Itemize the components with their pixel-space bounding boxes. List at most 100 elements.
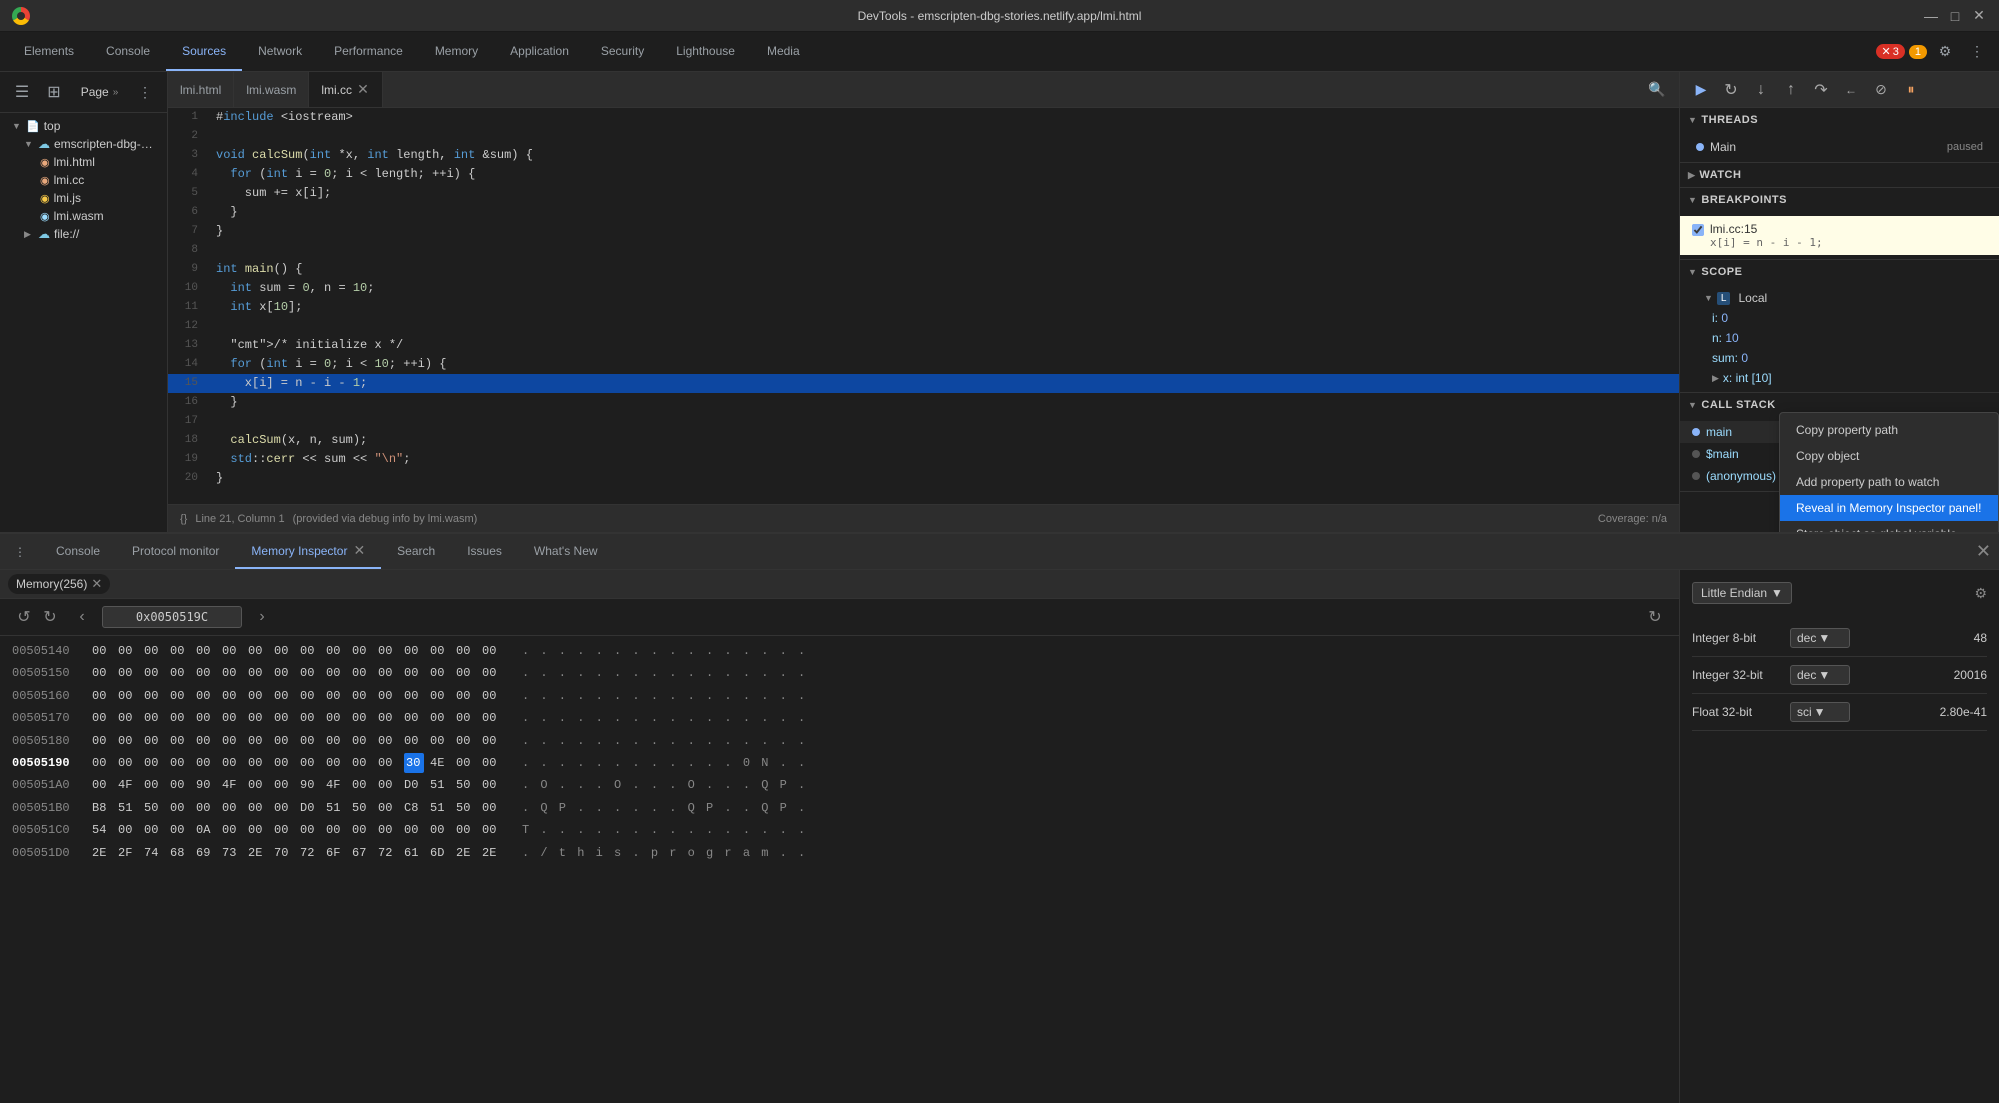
code-line-20[interactable]: 20}: [168, 469, 1679, 488]
code-line-16[interactable]: 16 }: [168, 393, 1679, 412]
hex-byte[interactable]: 00: [274, 775, 294, 795]
hex-byte[interactable]: 00: [430, 820, 450, 840]
hex-byte[interactable]: 61: [404, 843, 424, 863]
code-line-11[interactable]: 11 int x[10];: [168, 298, 1679, 317]
next-address-button[interactable]: ›: [250, 605, 274, 629]
hex-byte[interactable]: 00: [274, 708, 294, 728]
memory-settings-button[interactable]: ⚙: [1974, 585, 1987, 602]
code-line-14[interactable]: 14 for (int i = 0; i < 10; ++i) {: [168, 355, 1679, 374]
bottom-tab-more[interactable]: ⋮: [6, 538, 34, 566]
hex-byte[interactable]: 00: [404, 708, 424, 728]
hex-byte[interactable]: 00: [274, 731, 294, 751]
hex-byte[interactable]: 00: [248, 798, 268, 818]
code-line-7[interactable]: 7}: [168, 222, 1679, 241]
code-line-17[interactable]: 17: [168, 412, 1679, 431]
hex-byte[interactable]: 00: [378, 708, 398, 728]
bottom-tab-memory-close[interactable]: ✕: [353, 542, 365, 559]
hex-byte[interactable]: 00: [274, 820, 294, 840]
thread-main[interactable]: Main paused: [1680, 136, 1999, 158]
hex-byte[interactable]: 00: [248, 753, 268, 773]
hex-byte[interactable]: 00: [170, 708, 190, 728]
step-into-button[interactable]: ↓: [1748, 77, 1774, 103]
hex-byte[interactable]: 00: [352, 731, 372, 751]
scope-header[interactable]: ▼ Scope: [1680, 260, 1999, 284]
window-controls[interactable]: — □ ✕: [1923, 8, 1987, 24]
ctx-store-global[interactable]: Store object as global variable: [1780, 521, 1998, 532]
hex-byte[interactable]: 30: [404, 753, 424, 773]
hex-byte[interactable]: 00: [144, 641, 164, 661]
tab-security[interactable]: Security: [585, 32, 660, 71]
hex-byte[interactable]: 00: [378, 663, 398, 683]
hex-byte[interactable]: 00: [430, 641, 450, 661]
code-line-8[interactable]: 8: [168, 241, 1679, 260]
hex-byte[interactable]: 00: [118, 686, 138, 706]
hex-byte[interactable]: 00: [482, 753, 502, 773]
bottom-tab-issues[interactable]: Issues: [451, 534, 518, 569]
hex-byte[interactable]: 4E: [430, 753, 450, 773]
hex-byte[interactable]: 73: [222, 843, 242, 863]
hex-byte[interactable]: 00: [118, 753, 138, 773]
hex-byte[interactable]: 00: [352, 641, 372, 661]
hex-byte[interactable]: 00: [170, 663, 190, 683]
code-line-4[interactable]: 4 for (int i = 0; i < length; ++i) {: [168, 165, 1679, 184]
format-icon[interactable]: {}: [180, 513, 187, 525]
hex-byte[interactable]: 00: [118, 708, 138, 728]
hex-byte[interactable]: 00: [222, 731, 242, 751]
hex-byte[interactable]: 72: [378, 843, 398, 863]
hex-byte[interactable]: 00: [300, 663, 320, 683]
hex-byte[interactable]: 00: [300, 753, 320, 773]
bottom-tab-whats-new[interactable]: What's New: [518, 534, 614, 569]
hex-byte[interactable]: 00: [300, 708, 320, 728]
hex-byte[interactable]: 00: [248, 731, 268, 751]
hex-row[interactable]: 005051C0540000000A0000000000000000000000…: [0, 819, 1679, 841]
deactivate-button[interactable]: ⊘: [1868, 77, 1894, 103]
hex-byte[interactable]: 00: [170, 753, 190, 773]
maximize-button[interactable]: □: [1947, 8, 1963, 24]
hex-byte[interactable]: 00: [92, 641, 112, 661]
hex-byte[interactable]: 90: [196, 775, 216, 795]
ctx-add-watch[interactable]: Add property path to watch: [1780, 469, 1998, 495]
tree-item-file[interactable]: ▶ ☁ file://: [0, 225, 167, 243]
bottom-tab-search[interactable]: Search: [381, 534, 451, 569]
hex-byte[interactable]: 00: [92, 708, 112, 728]
hex-byte[interactable]: 00: [248, 708, 268, 728]
hex-byte[interactable]: D0: [404, 775, 424, 795]
hex-byte[interactable]: 00: [92, 775, 112, 795]
step-back-button[interactable]: ←: [1838, 77, 1864, 103]
hex-byte[interactable]: 90: [300, 775, 320, 795]
tab-network[interactable]: Network: [242, 32, 318, 71]
hex-byte[interactable]: 00: [144, 753, 164, 773]
hex-byte[interactable]: 00: [274, 753, 294, 773]
source-tab-lmi-html[interactable]: lmi.html: [168, 72, 234, 107]
hex-byte[interactable]: 00: [300, 641, 320, 661]
int32-type-select[interactable]: dec ▼: [1790, 665, 1850, 685]
hex-byte[interactable]: 00: [92, 663, 112, 683]
code-line-13[interactable]: 13 "cmt">/* initialize x */: [168, 336, 1679, 355]
file-tree-more[interactable]: ⋮: [131, 78, 159, 106]
hex-byte[interactable]: 00: [456, 686, 476, 706]
hex-byte[interactable]: 50: [144, 798, 164, 818]
step-micro-button[interactable]: ↷: [1808, 77, 1834, 103]
hex-byte[interactable]: 51: [118, 798, 138, 818]
hex-byte[interactable]: 00: [404, 820, 424, 840]
close-bottom-panel[interactable]: ✕: [1976, 534, 1999, 569]
code-line-9[interactable]: 9int main() {: [168, 260, 1679, 279]
hex-row[interactable]: 0050518000000000000000000000000000000000…: [0, 730, 1679, 752]
hex-byte[interactable]: 00: [482, 686, 502, 706]
hex-byte[interactable]: 00: [196, 731, 216, 751]
hex-byte[interactable]: 00: [404, 686, 424, 706]
hex-byte[interactable]: 51: [430, 775, 450, 795]
hex-byte[interactable]: 00: [404, 641, 424, 661]
hex-byte[interactable]: 00: [170, 686, 190, 706]
tab-application[interactable]: Application: [494, 32, 585, 71]
tab-performance[interactable]: Performance: [318, 32, 419, 71]
hex-byte[interactable]: 00: [456, 663, 476, 683]
hex-byte[interactable]: C8: [404, 798, 424, 818]
hex-byte[interactable]: 00: [352, 663, 372, 683]
hex-byte[interactable]: 00: [482, 798, 502, 818]
hex-byte[interactable]: 50: [352, 798, 372, 818]
hex-byte[interactable]: 2E: [92, 843, 112, 863]
hex-byte[interactable]: 00: [196, 641, 216, 661]
hex-byte[interactable]: 4F: [222, 775, 242, 795]
source-tab-lmi-cc[interactable]: lmi.cc ✕: [309, 72, 383, 107]
